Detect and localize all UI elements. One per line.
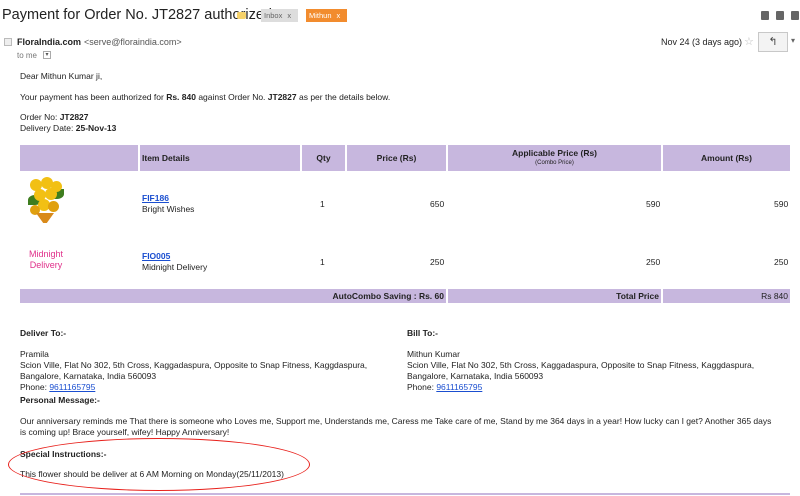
item-name: Bright Wishes: [142, 204, 195, 214]
annotation-circle: [8, 438, 310, 491]
total-price-cell: Rs 840: [663, 289, 790, 303]
order-number-line: Order No: JT2827: [20, 112, 89, 122]
total-price-label-cell: Total Price: [448, 289, 661, 303]
header-combo-text: (Combo Price): [535, 160, 574, 166]
header-amount: Amount (Rs): [663, 145, 790, 171]
table-bottom-border: [20, 493, 790, 495]
recipient-text: to me: [17, 51, 38, 60]
header-blank: [20, 145, 138, 171]
header-applicable-price: Applicable Price (Rs) (Combo Price): [448, 145, 661, 171]
personal-message-line1: Our anniversary reminds me That there is…: [20, 416, 772, 426]
deliver-to-line1: Scion Ville, Flat No 302, 5th Cross, Kag…: [20, 360, 368, 370]
email-subject: Payment for Order No. JT2827 authorized: [2, 7, 272, 23]
authorized-amount: Rs. 840: [166, 92, 196, 102]
delivery-date: 25-Nov-13: [75, 123, 117, 133]
item-applicable-price: 250: [646, 257, 661, 267]
header-applicable-text: Applicable Price (Rs): [511, 148, 598, 158]
bill-to-title: Bill To:-: [407, 328, 438, 338]
label-inbox-close-icon[interactable]: x: [287, 11, 291, 20]
delivery-date-line: Delivery Date: 25-Nov-13: [20, 123, 116, 133]
header-amount-text: Amount (Rs): [701, 153, 752, 163]
deliver-to-phone-line: Phone: 9611165795: [20, 382, 95, 393]
item-price: 650: [430, 199, 445, 209]
bill-to-line2: Bangalore, Karnataka, India 560093: [407, 371, 544, 381]
item-code-link[interactable]: FIO005: [142, 251, 170, 261]
star-icon[interactable]: ☆: [744, 35, 754, 48]
subject-bar: Payment for Order No. JT2827 authorized …: [0, 0, 800, 32]
label-mithun-text: Mithun: [309, 11, 332, 20]
total-price-label: Total Price: [616, 291, 659, 301]
header-qty-text: Qty: [316, 153, 331, 163]
bill-to-phone-line: Phone: 9611165795: [407, 382, 482, 393]
message-date: Nov 24 (3 days ago): [661, 37, 743, 47]
midnight-label-1: Midnight: [28, 249, 64, 259]
label-inbox-text: Inbox: [264, 11, 283, 20]
important-marker-icon[interactable]: [237, 12, 246, 19]
bill-to-phone-label: Phone:: [407, 382, 437, 392]
header-item-details: Item Details: [140, 145, 300, 171]
print-icon[interactable]: [761, 11, 769, 20]
autocombo-saving: AutoCombo Saving : Rs. 60: [332, 291, 444, 301]
midnight-label-2: Delivery: [29, 260, 63, 270]
deliver-to-name: Pramila: [20, 349, 49, 359]
bill-to-name: Mithun Kumar: [407, 349, 460, 359]
bill-to-line1: Scion Ville, Flat No 302, 5th Cross, Kag…: [407, 360, 755, 370]
order-number: JT2827: [59, 112, 89, 122]
sender-avatar-icon: [4, 38, 12, 46]
sender-row: FloraIndia.com <serve@floraindia.com> to…: [0, 32, 800, 64]
sender-email: <serve@floraindia.com>: [84, 37, 182, 47]
greeting: Dear Mithun Kumar ji,: [20, 71, 103, 81]
header-qty: Qty: [302, 145, 345, 171]
order-label: Order No:: [20, 112, 60, 122]
show-details-chevron-icon[interactable]: ▾: [43, 51, 51, 59]
item-qty: 1: [320, 199, 325, 209]
midnight-delivery-badge: Midnight Delivery: [20, 249, 72, 271]
total-price-value: Rs 840: [761, 291, 788, 301]
item-amount: 590: [774, 199, 789, 209]
intro-prefix: Your payment has been authorized for: [20, 92, 167, 102]
bill-to-phone[interactable]: 9611165795: [436, 382, 482, 392]
reply-button[interactable]: ↰: [758, 32, 788, 52]
header-price-text: Price (Rs): [376, 153, 417, 163]
intro-mid: against Order No.: [195, 92, 268, 102]
deliver-to-title: Deliver To:-: [20, 328, 67, 338]
autocombo-saving-row: AutoCombo Saving : Rs. 60: [20, 289, 446, 303]
item-qty: 1: [320, 257, 325, 267]
header-item-text: Item Details: [142, 153, 190, 163]
personal-message-line2: is coming up! Brace yourself, wifey! Hap…: [20, 427, 230, 437]
deliver-to-phone[interactable]: 9611165795: [49, 382, 95, 392]
new-window-icon[interactable]: [776, 11, 784, 20]
item-code-fio005[interactable]: FIO005: [142, 251, 170, 261]
payment-intro: Your payment has been authorized for Rs.…: [20, 92, 390, 102]
delivery-label: Delivery Date:: [20, 123, 76, 133]
item-code-link[interactable]: FIF186: [142, 193, 169, 203]
item-code-fif186[interactable]: FIF186: [142, 193, 169, 203]
label-mithun[interactable]: Mithun x: [306, 9, 347, 22]
deliver-to-phone-label: Phone:: [20, 382, 50, 392]
item-name: Midnight Delivery: [142, 262, 208, 272]
more-options-chevron-icon[interactable]: ▾: [791, 36, 795, 45]
intro-suffix: as per the details below.: [296, 92, 391, 102]
sender-name[interactable]: FloraIndia.com: [17, 37, 81, 47]
expand-icon[interactable]: [791, 11, 799, 20]
header-price: Price (Rs): [347, 145, 446, 171]
bright-wishes-bouquet-image[interactable]: [24, 175, 66, 233]
personal-message-title: Personal Message:-: [20, 395, 100, 405]
intro-order-no: JT2827: [267, 92, 297, 102]
item-amount: 250: [774, 257, 789, 267]
label-inbox[interactable]: Inbox x: [261, 9, 298, 22]
label-mithun-close-icon[interactable]: x: [337, 11, 341, 20]
deliver-to-line2: Bangalore, Karnataka, India 560093: [20, 371, 157, 381]
item-price: 250: [430, 257, 445, 267]
item-applicable-price: 590: [646, 199, 661, 209]
